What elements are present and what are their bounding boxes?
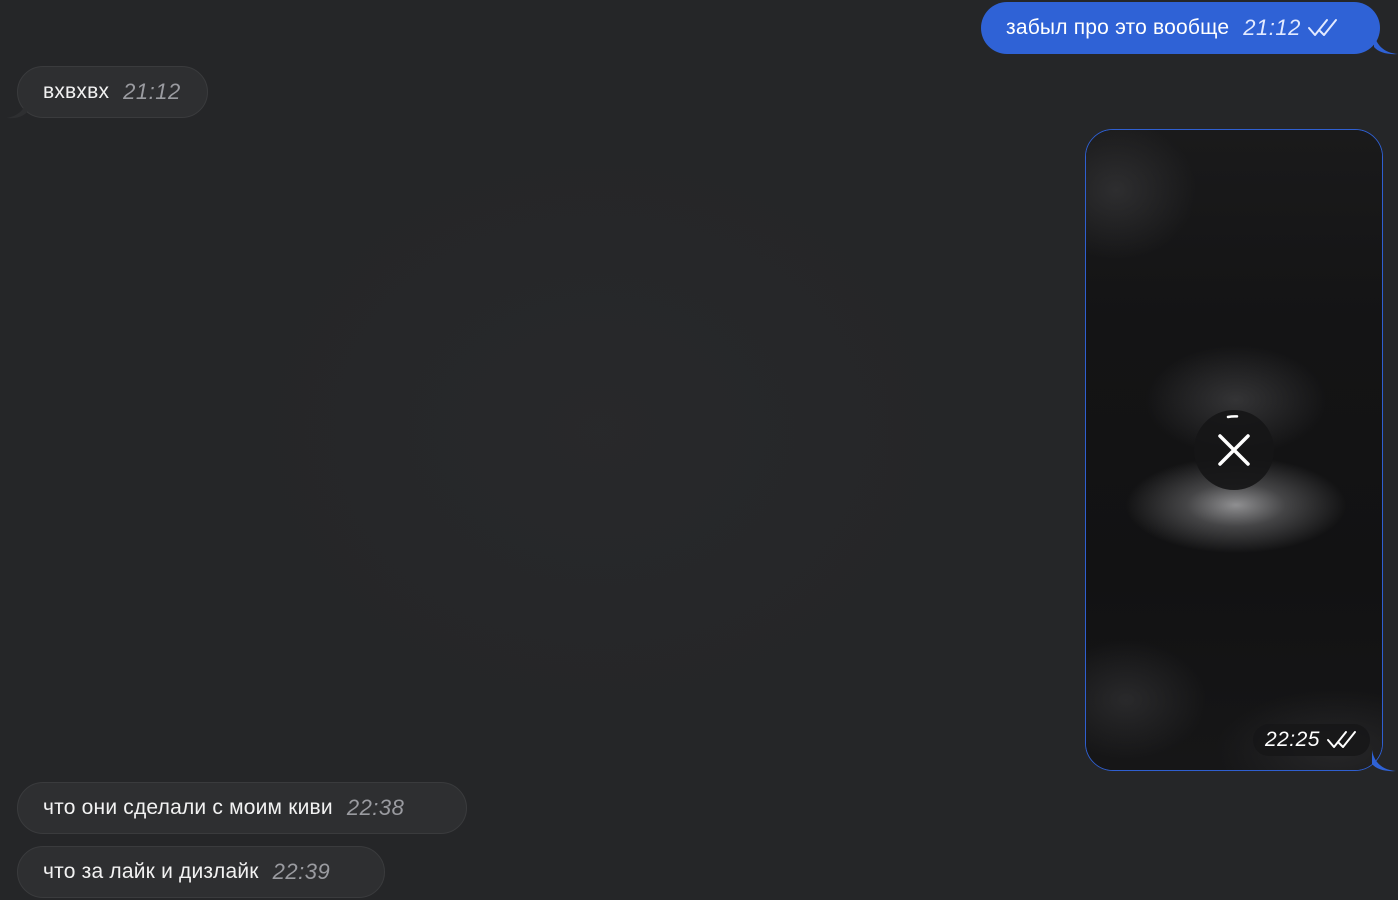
bubble-tail <box>6 99 27 119</box>
video-message[interactable]: 22:25 <box>1085 129 1383 771</box>
message-bubble-outgoing[interactable]: забыл про это вообще 21:12 <box>981 2 1380 54</box>
message-time: 22:39 <box>272 859 331 884</box>
message-bubble-incoming[interactable]: вхвхвх 21:12 <box>17 66 208 118</box>
double-check-icon <box>1307 19 1337 36</box>
bubble-tail <box>1374 33 1398 55</box>
message-bubble-incoming[interactable]: что за лайк и дизлайк 22:39 <box>17 846 385 898</box>
message-text: что они сделали с моим киви <box>43 796 333 819</box>
message-time: 21:12 <box>1243 15 1301 40</box>
message-time: 21:12 <box>123 79 181 104</box>
message-text: вхвхвх <box>43 80 110 103</box>
video-time-badge: 22:25 <box>1252 724 1370 756</box>
message-text: что за лайк и дизлайк <box>43 860 259 883</box>
message-time: 22:38 <box>346 795 405 820</box>
message-time: 22:25 <box>1264 728 1320 751</box>
message-text: забыл про это вообще <box>1006 16 1230 39</box>
bubble-tail <box>1372 750 1396 772</box>
double-check-icon <box>1327 731 1356 748</box>
cancel-upload-icon <box>1218 415 1250 466</box>
message-bubble-incoming[interactable]: что они сделали с моим киви 22:38 <box>17 782 467 834</box>
chat-area: забыл про это вообще 21:12 вхвхвх 21:12 … <box>0 0 1398 900</box>
cancel-upload-button[interactable] <box>1194 410 1274 490</box>
